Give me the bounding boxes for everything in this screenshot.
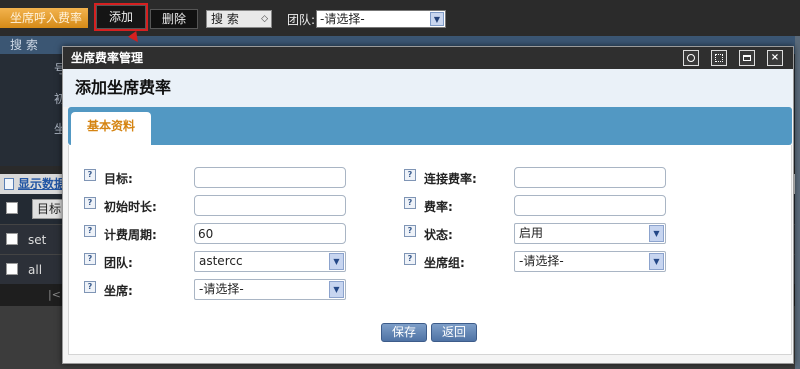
search-select[interactable]: 搜 索 ◇ (206, 10, 272, 28)
help-icon[interactable]: ? (84, 253, 96, 265)
team-select-value: astercc (199, 254, 243, 268)
pin-icon[interactable] (683, 50, 699, 66)
help-icon[interactable]: ? (84, 197, 96, 209)
spinner-icon: ◇ (261, 14, 268, 24)
initial-duration-label: 初始时长: (104, 200, 157, 214)
team-filter-label: 团队: (287, 13, 316, 27)
status-select[interactable]: 启用 ▼ (514, 223, 666, 244)
delete-button[interactable]: 删除 (150, 9, 198, 29)
search-select-value: 搜 索 (211, 12, 239, 26)
team-filter-value: -请选择- (320, 12, 365, 26)
agent-group-label: 坐席组: (424, 256, 465, 270)
help-icon[interactable]: ? (404, 253, 416, 265)
back-button[interactable]: 返回 (431, 323, 477, 342)
billing-period-label: 计费周期: (104, 228, 157, 242)
row-checkbox[interactable] (6, 263, 18, 275)
help-icon[interactable]: ? (84, 169, 96, 181)
tab-basic-info[interactable]: 基本资料 (71, 112, 151, 145)
target-label: 目标: (104, 172, 133, 186)
row-checkbox[interactable] (6, 233, 18, 245)
chevron-down-icon: ▼ (329, 281, 344, 298)
save-button[interactable]: 保存 (381, 323, 427, 342)
select-all-checkbox[interactable] (6, 202, 18, 214)
dialog-window-title: 坐席费率管理 (71, 51, 144, 65)
dialog-tab-bar: 基本资料 (68, 107, 792, 145)
help-icon[interactable]: ? (84, 281, 96, 293)
first-page-button[interactable]: |< (48, 288, 61, 301)
top-toolbar: 坐席呼入费率 添加 删除 搜 索 ◇ 团队: -请选择- ▼ (0, 0, 800, 36)
scrollbar[interactable] (795, 36, 800, 369)
agent-group-select-value: -请选择- (519, 254, 564, 268)
minimize-icon[interactable] (739, 50, 755, 66)
status-label: 状态: (424, 228, 453, 242)
rate-label: 费率: (424, 200, 453, 214)
team-filter-select[interactable]: -请选择- ▼ (316, 10, 446, 28)
document-icon (4, 178, 14, 190)
dialog-heading: 添加坐席费率 (63, 69, 793, 107)
status-select-value: 启用 (519, 226, 544, 240)
row-target: all (28, 263, 43, 277)
chevron-down-icon: ▼ (649, 253, 664, 270)
maximize-icon[interactable] (711, 50, 727, 66)
dialog-titlebar[interactable]: 坐席费率管理 × (63, 47, 793, 69)
agent-select[interactable]: -请选择- ▼ (194, 279, 346, 300)
agent-rate-dialog: 坐席费率管理 × 添加坐席费率 基本资料 ? 目标: ? 连接费率: ? 初始时… (62, 46, 794, 364)
rate-input[interactable] (514, 195, 666, 216)
agent-label: 坐席: (104, 284, 133, 298)
chevron-down-icon: ▼ (649, 225, 664, 242)
chevron-down-icon: ▼ (430, 12, 444, 26)
row-target: set (28, 233, 47, 247)
column-header-target[interactable]: 目标 (32, 199, 66, 219)
agent-select-value: -请选择- (199, 282, 244, 296)
chevron-down-icon: ▼ (329, 253, 344, 270)
team-label: 团队: (104, 256, 133, 270)
close-icon[interactable]: × (767, 50, 783, 66)
billing-period-input[interactable] (194, 223, 346, 244)
target-input[interactable] (194, 167, 346, 188)
help-icon[interactable]: ? (404, 169, 416, 181)
team-select[interactable]: astercc ▼ (194, 251, 346, 272)
help-icon[interactable]: ? (404, 197, 416, 209)
add-button[interactable]: 添加 (94, 3, 148, 31)
connect-rate-input[interactable] (514, 167, 666, 188)
agent-group-select[interactable]: -请选择- ▼ (514, 251, 666, 272)
show-data-label: 显示数据 (18, 177, 67, 191)
help-icon[interactable]: ? (404, 225, 416, 237)
initial-duration-input[interactable] (194, 195, 346, 216)
tab-agent-inbound-rate[interactable]: 坐席呼入费率 (0, 8, 88, 28)
connect-rate-label: 连接费率: (424, 172, 477, 186)
help-icon[interactable]: ? (84, 225, 96, 237)
